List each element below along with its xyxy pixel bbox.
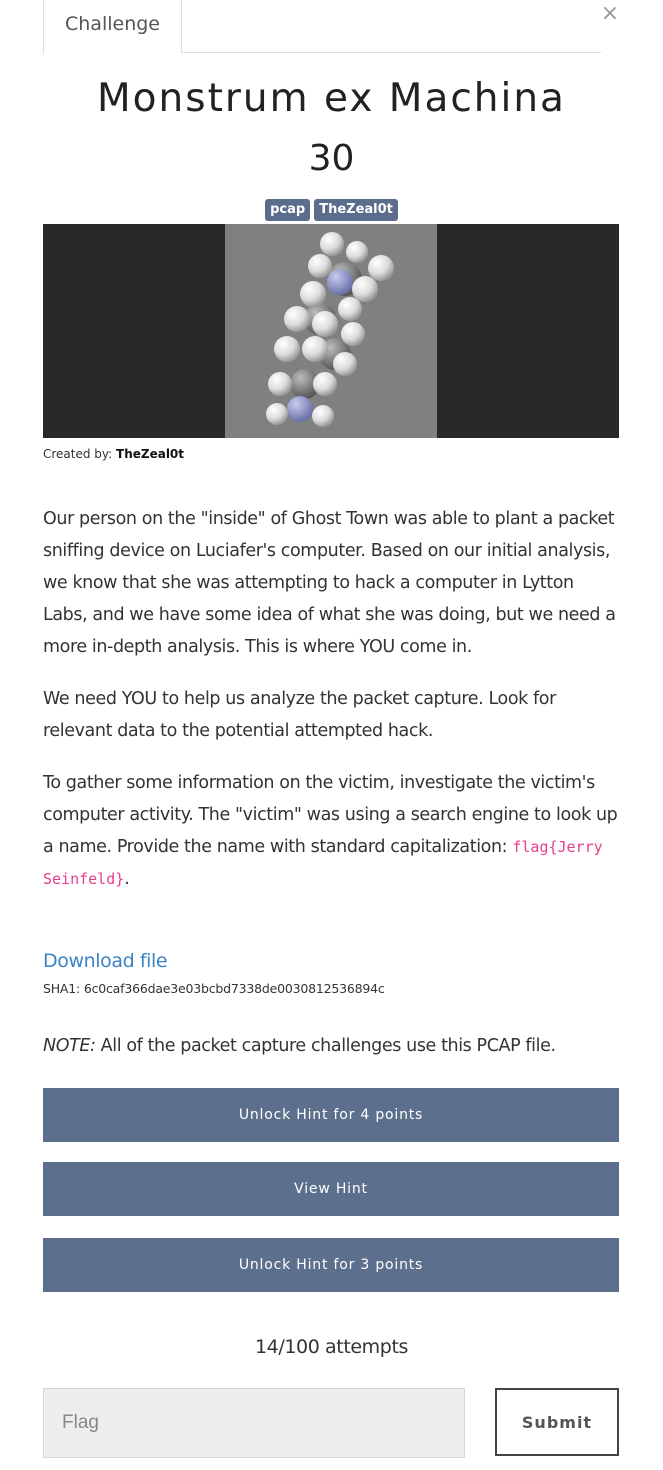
description-paragraph: Our person on the "inside" of Ghost Town…	[43, 509, 616, 657]
challenge-banner-image	[43, 224, 619, 438]
flag-input[interactable]	[43, 1388, 465, 1458]
tab-bar: Challenge	[43, 0, 601, 54]
tag-list: pcap TheZeal0t	[0, 199, 663, 221]
molecule-illustration	[266, 232, 394, 427]
download-file-link[interactable]: Download file	[43, 950, 168, 972]
description-paragraph: We need YOU to help us analyze the packe…	[43, 689, 556, 741]
tag-badge: TheZeal0t	[314, 199, 398, 221]
challenge-points: 30	[308, 138, 355, 179]
created-by-author: TheZeal0t	[116, 447, 185, 461]
created-by-label: Created by:	[43, 447, 117, 461]
created-by: Created by: TheZeal0t	[43, 447, 184, 461]
submit-button[interactable]: Submit	[495, 1388, 619, 1456]
attempts-counter: 14/100 attempts	[254, 1336, 409, 1358]
tag-badge: pcap	[265, 199, 311, 221]
challenge-title: Monstrum ex Machina	[97, 76, 566, 121]
challenge-description: Our person on the "inside" of Ghost Town…	[43, 503, 623, 915]
file-sha1: SHA1: 6c0caf366dae3e03bcbd7338de00308125…	[43, 981, 385, 996]
tab-challenge[interactable]: Challenge	[43, 0, 182, 54]
unlock-hint-button[interactable]: Unlock Hint for 3 points	[43, 1238, 619, 1292]
unlock-hint-button[interactable]: Unlock Hint for 4 points	[43, 1088, 619, 1142]
description-text: .	[124, 869, 130, 889]
note-body: All of the packet capture challenges use…	[95, 1036, 556, 1056]
view-hint-button[interactable]: View Hint	[43, 1162, 619, 1216]
description-paragraph: To gather some information on the victim…	[43, 767, 623, 895]
close-icon[interactable]: ×	[596, 0, 624, 28]
molecule-image	[225, 224, 437, 438]
note-label: NOTE:	[43, 1036, 96, 1056]
note-text: NOTE: All of the packet capture challeng…	[43, 1036, 633, 1056]
